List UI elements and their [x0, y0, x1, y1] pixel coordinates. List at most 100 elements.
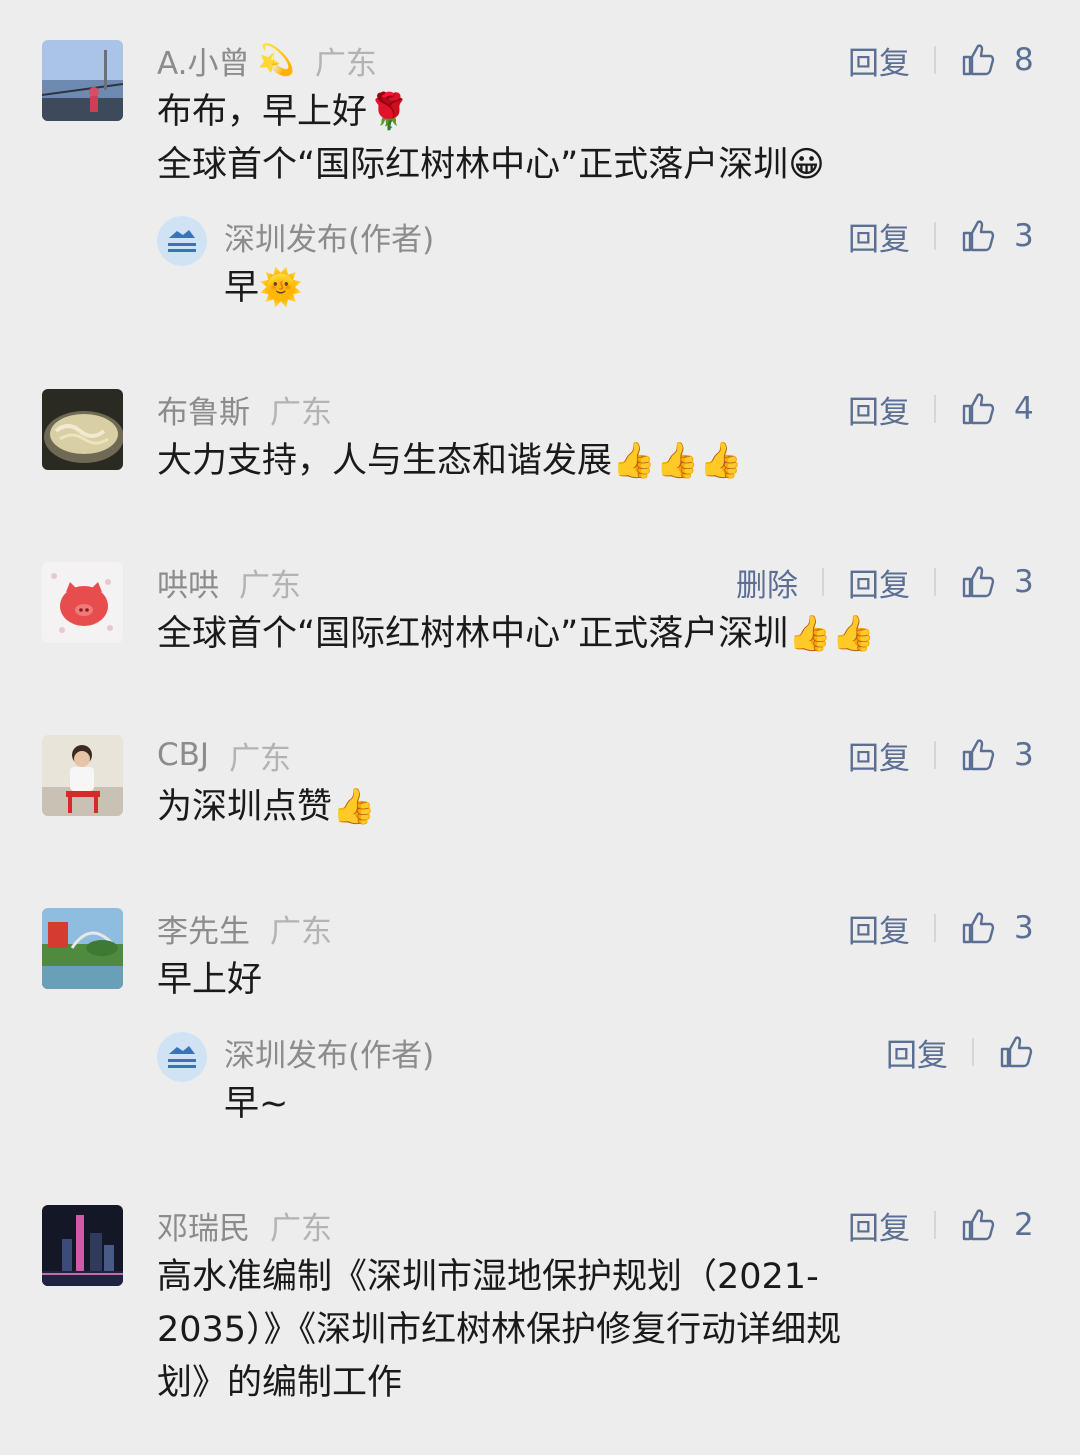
reply-meta: 深圳发布(作者) [224, 214, 434, 259]
thumbs-up-icon [962, 566, 995, 598]
comment-actions: 回复 2 [848, 1203, 1034, 1248]
comment-author-name[interactable]: 邓瑞民 [157, 1203, 250, 1248]
like-button[interactable]: 2 [960, 1207, 1034, 1243]
reply-actions: 回复 [886, 1030, 1034, 1075]
author-avatar[interactable] [157, 216, 207, 266]
avatar-image-food [42, 389, 123, 470]
author-avatar[interactable] [157, 1032, 207, 1082]
comment-author-name[interactable]: 李先生 [157, 906, 250, 951]
action-divider [934, 1211, 936, 1239]
avatar-image-person [42, 735, 123, 816]
comment-text: 大力支持，人与生态和谐发展👍👍👍 [157, 441, 743, 481]
comment-actions: 回复 3 [848, 733, 1034, 778]
comment-text-line: 划》的编制工作 [157, 1363, 403, 1403]
reply-actions: 回复 3 [848, 214, 1034, 259]
comment-meta: CBJ 广东 [157, 735, 292, 777]
reply-text: 早🌞 [224, 268, 303, 308]
comment-actions: 回复 3 [848, 906, 1034, 951]
action-divider [934, 741, 936, 769]
thumbs-up-icon [962, 44, 995, 76]
avatar[interactable] [42, 908, 123, 989]
reply-button[interactable]: 回复 [886, 1030, 948, 1075]
thumbs-up-icon [962, 393, 995, 425]
like-button[interactable]: 4 [960, 391, 1034, 427]
comment-location: 广东 [270, 394, 332, 431]
reply-button[interactable]: 回复 [848, 560, 910, 605]
comment-actions: 回复 8 [848, 38, 1034, 83]
comment-meta: 哄哄 广东 [157, 560, 301, 605]
comment-actions: 删除 回复 3 [736, 560, 1034, 605]
comment-author-name[interactable]: A.小曾 [157, 38, 250, 83]
comment-meta: A.小曾 💫 广东 [157, 38, 377, 83]
thumbs-up-icon [962, 912, 995, 944]
thumbs-up-icon [962, 739, 995, 771]
comment-meta: 邓瑞民 广东 [157, 1203, 332, 1248]
reply-button[interactable]: 回复 [848, 733, 910, 778]
like-count: 8 [1014, 42, 1034, 78]
delete-button[interactable]: 删除 [736, 560, 798, 605]
avatar[interactable] [42, 735, 123, 816]
avatar-image-park [42, 908, 123, 989]
comment-text: 早上好 [157, 960, 263, 1000]
avatar[interactable] [42, 389, 123, 470]
comment-location: 广东 [270, 913, 332, 950]
like-button[interactable]: 8 [960, 42, 1034, 78]
comment-author-name[interactable]: 布鲁斯 [157, 387, 250, 432]
like-button[interactable]: 3 [960, 737, 1034, 773]
thumbs-up-icon [1000, 1036, 1033, 1068]
avatar[interactable] [42, 562, 123, 643]
comment-text-line: 全球首个“国际红树林中心”正式落户深圳😀 [157, 145, 825, 185]
comment-text: 高水准编制《深圳市湿地保护规划（2021- 2035）》《深圳市红树林保护修复行… [157, 1251, 987, 1410]
comment-meta: 布鲁斯 广东 [157, 387, 332, 432]
comment-location: 广东 [229, 740, 292, 777]
action-divider [934, 568, 936, 596]
like-count: 3 [1014, 218, 1034, 254]
reply-button[interactable]: 回复 [848, 906, 910, 951]
comment-text: 全球首个“国际红树林中心”正式落户深圳👍👍 [157, 614, 876, 654]
reply-meta: 深圳发布(作者) [224, 1030, 434, 1075]
comment-actions: 回复 4 [848, 387, 1034, 432]
thumbs-up-icon [962, 1209, 995, 1241]
comment-text: 布布，早上好🌹 全球首个“国际红树林中心”正式落户深圳😀 [157, 86, 987, 192]
action-divider [934, 914, 936, 942]
comment-text-line: 布布，早上好🌹 [157, 92, 411, 132]
shenzhen-release-logo [157, 216, 207, 266]
avatar-image-bridge [42, 40, 123, 121]
like-count: 4 [1014, 391, 1034, 427]
like-count: 3 [1014, 564, 1034, 600]
avatar[interactable] [42, 40, 123, 121]
like-button[interactable] [998, 1034, 1034, 1070]
like-button[interactable]: 3 [960, 910, 1034, 946]
like-count: 2 [1014, 1207, 1034, 1243]
reply-button[interactable]: 回复 [848, 214, 910, 259]
like-count: 3 [1014, 910, 1034, 946]
action-divider [822, 568, 824, 596]
comment-author-name[interactable]: CBJ [157, 737, 209, 773]
reply-author-name[interactable]: 深圳发布(作者) [224, 1030, 434, 1075]
comment-text-line: 高水准编制《深圳市湿地保护规划（2021- [157, 1257, 819, 1297]
avatar-image-pig [42, 562, 123, 643]
reply-button[interactable]: 回复 [848, 1203, 910, 1248]
comment-location: 广东 [270, 1210, 332, 1247]
like-button[interactable]: 3 [960, 564, 1034, 600]
action-divider [934, 222, 936, 250]
avatar-image-night-city [42, 1205, 123, 1286]
like-count: 3 [1014, 737, 1034, 773]
comment-location: 广东 [239, 567, 301, 604]
action-divider [934, 395, 936, 423]
comment-meta: 李先生 广东 [157, 906, 332, 951]
reply-text: 早~ [224, 1084, 289, 1124]
action-divider [934, 46, 936, 74]
thumbs-up-icon [962, 220, 995, 252]
like-button[interactable]: 3 [960, 218, 1034, 254]
comment-author-name[interactable]: 哄哄 [157, 560, 219, 605]
reply-author-name[interactable]: 深圳发布(作者) [224, 214, 434, 259]
reply-button[interactable]: 回复 [848, 38, 910, 83]
comment-location: 广东 [314, 45, 377, 82]
action-divider [972, 1038, 974, 1066]
reply-button[interactable]: 回复 [848, 387, 910, 432]
avatar[interactable] [42, 1205, 123, 1286]
shenzhen-release-logo [157, 1032, 207, 1082]
comment-text: 为深圳点赞👍 [157, 787, 376, 827]
comment-text-line: 2035）》《深圳市红树林保护修复行动详细规 [157, 1310, 842, 1350]
